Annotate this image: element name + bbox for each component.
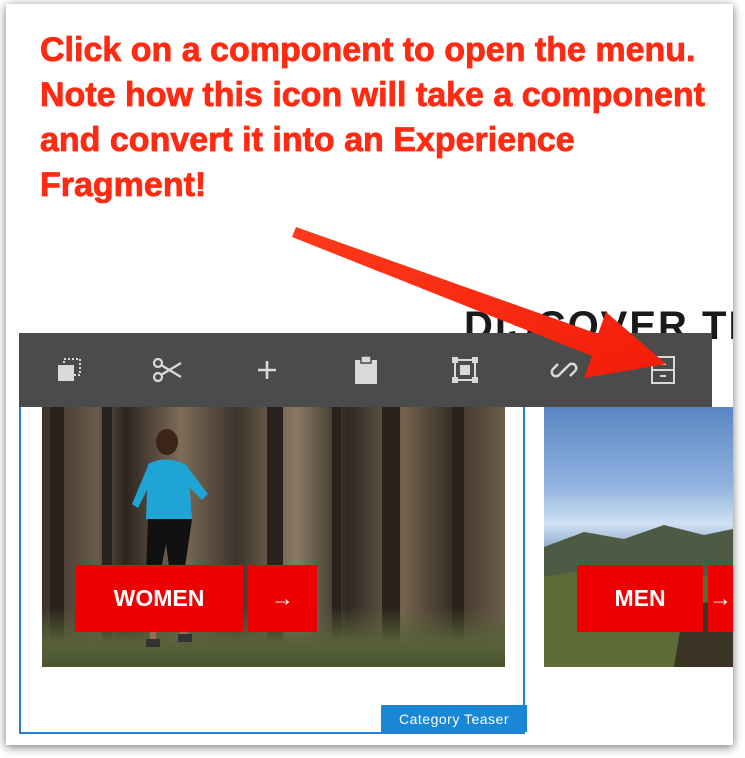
plus-icon bbox=[257, 361, 276, 379]
convert-to-experience-fragment-button[interactable] bbox=[613, 333, 712, 407]
cut-button[interactable] bbox=[118, 333, 217, 407]
men-button[interactable]: MEN bbox=[577, 565, 703, 632]
clipboard-icon bbox=[354, 355, 377, 384]
annotation-text: Click on a component to open the menu. N… bbox=[40, 31, 706, 205]
insert-button[interactable] bbox=[217, 333, 316, 407]
women-arrow-button[interactable]: → bbox=[248, 565, 317, 632]
scissors-icon bbox=[152, 357, 182, 383]
paste-button[interactable] bbox=[316, 333, 415, 407]
screenshot-frame: Click on a component to open the menu. N… bbox=[6, 4, 733, 745]
group-icon bbox=[451, 357, 478, 383]
women-button[interactable]: WOMEN bbox=[75, 565, 243, 632]
component-label: Category Teaser bbox=[381, 705, 527, 732]
link-button[interactable] bbox=[514, 333, 613, 407]
experience-fragment-icon bbox=[650, 356, 675, 384]
group-button[interactable] bbox=[415, 333, 514, 407]
men-arrow-button[interactable]: → bbox=[708, 565, 733, 632]
link-icon bbox=[550, 362, 577, 378]
configure-icon bbox=[57, 358, 81, 381]
component-toolbar bbox=[19, 333, 712, 407]
configure-button[interactable] bbox=[19, 333, 118, 407]
